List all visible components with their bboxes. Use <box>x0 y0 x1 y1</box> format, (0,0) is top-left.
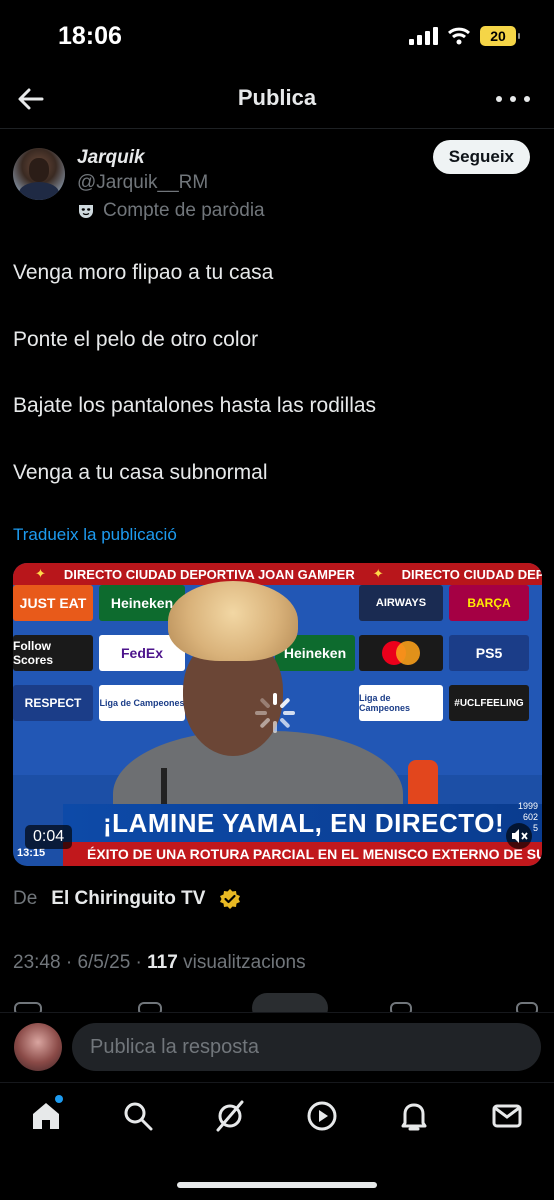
view-count: 117 <box>147 952 178 973</box>
search-icon[interactable] <box>121 1099 155 1133</box>
reply-bar: Publica la resposta <box>0 1012 554 1082</box>
post-body: Venga moro flipao a tu casa Ponte el pel… <box>13 258 543 524</box>
reply-icon[interactable] <box>14 1002 42 1012</box>
source-prefix: De <box>13 888 38 909</box>
stat-value: 602 <box>522 812 538 822</box>
post-author: Jarquik @Jarquik__RM Compte de paròdia S… <box>0 140 554 240</box>
drink-bottle <box>408 760 438 810</box>
sponsor-tile: Follow Scores <box>13 635 93 671</box>
grok-icon[interactable] <box>213 1099 247 1133</box>
mask-icon <box>79 205 93 218</box>
more-options-icon[interactable] <box>496 86 530 112</box>
video-headline: ¡LAMINE YAMAL, EN DIRECTO! <box>63 804 542 842</box>
repost-icon[interactable] <box>138 1002 162 1012</box>
ps5-logo: PS5 <box>449 635 529 671</box>
signal-icon <box>409 27 438 45</box>
bottom-tab-bar <box>0 1082 554 1200</box>
post-line: Venga a tu casa subnormal <box>13 460 268 484</box>
translate-link[interactable]: Tradueix la publicació <box>13 525 177 545</box>
verified-badge-icon <box>220 889 241 909</box>
reply-input[interactable]: Publica la resposta <box>72 1023 541 1071</box>
home-indicator <box>177 1182 377 1188</box>
status-bar: 18:06 20 <box>0 0 554 72</box>
parody-badge: Compte de paròdia <box>77 200 265 222</box>
video-icon[interactable] <box>305 1099 339 1133</box>
post-line: Bajate los pantalones hasta las rodillas <box>13 394 377 417</box>
loading-spinner-icon <box>255 693 295 733</box>
ticker-text: DIRECTO CIUDAD DEPORTIVA JOAN GAMPER <box>63 566 355 582</box>
speaker-muted-icon <box>512 829 528 843</box>
mute-button[interactable] <box>506 823 532 849</box>
video-player[interactable]: ✦ DIRECTO CIUDAD DEPORTIVA JOAN GAMPER ✦… <box>13 563 542 866</box>
post-line: Venga moro flipao a tu casa <box>13 261 274 284</box>
post-meta: 23:48 · 6/5/25 · 117 visualitzacions <box>13 952 306 973</box>
post-date: 6/5/25 <box>77 952 131 973</box>
battery-icon: 20 <box>480 26 520 46</box>
share-icon[interactable] <box>516 1002 538 1012</box>
messages-icon[interactable] <box>490 1099 524 1133</box>
post-line: Ponte el pelo de otro color <box>13 327 259 351</box>
notifications-icon[interactable] <box>397 1099 431 1133</box>
stat-value: 1999 <box>517 801 538 811</box>
sponsor-tile: BARÇA <box>449 585 529 621</box>
header-divider <box>0 128 554 129</box>
sponsor-tile: JUST EAT <box>13 585 93 621</box>
user-handle[interactable]: @Jarquik__RM <box>77 172 208 194</box>
sponsor-tile: RESPECT <box>13 685 93 721</box>
header: Publica <box>0 72 554 128</box>
home-icon[interactable] <box>29 1099 63 1133</box>
video-source: De El Chiringuito TV <box>13 888 241 910</box>
wifi-icon <box>448 27 470 45</box>
page-title: Publica <box>237 85 317 110</box>
display-name[interactable]: Jarquik <box>77 147 145 169</box>
status-icons: 20 <box>409 26 520 46</box>
post-time: 23:48 <box>13 952 61 973</box>
follow-button[interactable]: Segueix <box>432 140 530 174</box>
ticker-text-repeat: DIRECTO CIUDAD DEPORTIVA JO <box>401 566 542 582</box>
source-name[interactable]: El Chiringuito TV <box>51 888 205 910</box>
parody-label: Compte de paròdia <box>103 200 265 221</box>
views-label: visualitzacions <box>183 952 306 973</box>
status-time: 18:06 <box>58 22 122 50</box>
sponsor-tile: #UCLFEELING <box>449 685 529 721</box>
video-duration: 0:04 <box>25 825 73 849</box>
video-subline: ÉXITO DE UNA ROTURA PARCIAL EN EL MENISC… <box>63 842 542 866</box>
bookmark-icon[interactable] <box>390 1002 412 1012</box>
current-user-avatar <box>14 1023 62 1071</box>
notification-dot <box>55 1095 63 1103</box>
avatar[interactable] <box>13 148 65 200</box>
action-row <box>0 990 554 1012</box>
